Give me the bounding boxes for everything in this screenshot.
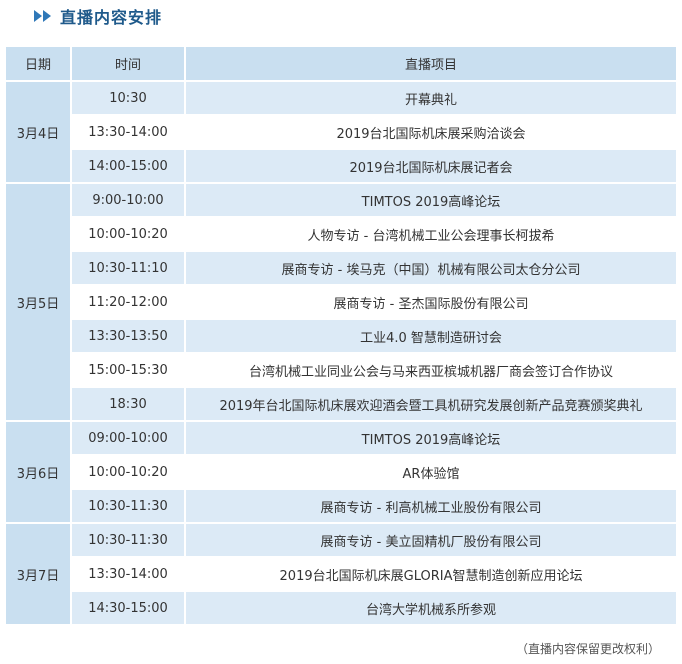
table-row: 3月4日 10:30 开幕典礼	[6, 82, 676, 182]
column-header-date: 日期	[6, 47, 70, 80]
event-cell: TIMTOS 2019高峰论坛	[186, 184, 676, 216]
event-cell: 开幕典礼	[186, 82, 676, 114]
table-row: 10:30-11:10 展商专访 - 埃马克（中国）机械有限公司太仓分公司	[6, 252, 676, 284]
table-row: 14:00-15:00 2019台北国际机床展记者会	[6, 150, 676, 182]
time-cell: 11:20-12:00	[72, 286, 184, 318]
event-cell: 工业4.0 智慧制造研讨会	[186, 320, 676, 352]
table-row: 3月5日 9:00-10:00 TIMTOS 2019高峰论坛	[6, 184, 676, 420]
time-cell: 13:30-14:00	[72, 116, 184, 148]
table-row: 14:30-15:00 台湾大学机械系所参观	[6, 592, 676, 624]
event-cell: TIMTOS 2019高峰论坛	[186, 422, 676, 454]
table-row: 3月7日 10:30-11:30 展商专访 - 美立固精机厂股份有限公司	[6, 524, 676, 624]
time-cell: 10:30-11:30	[72, 524, 184, 556]
time-cell: 10:00-10:20	[72, 218, 184, 250]
schedule-table: 日期 时间 直播项目 3月4日 10:30 开幕典礼 13:30-14:00 2019台…	[4, 45, 678, 626]
time-cell: 13:30-14:00	[72, 558, 184, 590]
time-cell: 13:30-13:50	[72, 320, 184, 352]
event-cell: 2019台北国际机床展记者会	[186, 150, 676, 182]
table-row: 11:20-12:00 展商专访 - 圣杰国际股份有限公司	[6, 286, 676, 318]
event-cell: 台湾机械工业同业公会与马来西亚槟城机器厂商会签订合作协议	[186, 354, 676, 386]
column-header-time: 时间	[72, 47, 184, 80]
event-cell: AR体验馆	[186, 456, 676, 488]
time-cell: 18:30	[72, 388, 184, 420]
table-row: 13:30-14:00 2019台北国际机床展采购洽谈会	[6, 116, 676, 148]
page-title: 直播内容安排	[60, 8, 163, 27]
time-cell: 10:30-11:10	[72, 252, 184, 284]
event-cell: 台湾大学机械系所参观	[186, 592, 676, 624]
event-cell: 人物专访 - 台湾机械工业公会理事长柯拔希	[186, 218, 676, 250]
event-cell: 展商专访 - 美立固精机厂股份有限公司	[186, 524, 676, 556]
event-cell: 展商专访 - 利高机械工业股份有限公司	[186, 490, 676, 522]
time-cell: 14:30-15:00	[72, 592, 184, 624]
time-cell: 10:30	[72, 82, 184, 114]
schedule-body: 3月4日 10:30 开幕典礼 13:30-14:00 2019台北国际机床展采购洽谈会…	[6, 82, 676, 624]
event-cell: 2019年台北国际机床展欢迎酒会暨工具机研究发展创新产品竞赛颁奖典礼	[186, 388, 676, 420]
table-row: 3月6日 09:00-10:00 TIMTOS 2019高峰论坛	[6, 422, 676, 522]
time-cell: 09:00-10:00	[72, 422, 184, 454]
column-header-event: 直播项目	[186, 47, 676, 80]
date-cell: 3月4日	[6, 82, 70, 182]
table-row: 10:00-10:20 人物专访 - 台湾机械工业公会理事长柯拔希	[6, 218, 676, 250]
table-row: 10:00-10:20 AR体验馆	[6, 456, 676, 488]
time-cell: 10:00-10:20	[72, 456, 184, 488]
double-arrow-icon	[34, 10, 51, 22]
event-cell: 展商专访 - 圣杰国际股份有限公司	[186, 286, 676, 318]
event-cell: 2019台北国际机床展GLORIA智慧制造创新应用论坛	[186, 558, 676, 590]
footnote: （直播内容保留更改权利）	[515, 642, 660, 656]
table-row: 15:00-15:30 台湾机械工业同业公会与马来西亚槟城机器厂商会签订合作协议	[6, 354, 676, 386]
table-row: 18:30 2019年台北国际机床展欢迎酒会暨工具机研究发展创新产品竞赛颁奖典礼	[6, 388, 676, 420]
time-cell: 14:00-15:00	[72, 150, 184, 182]
time-cell: 9:00-10:00	[72, 184, 184, 216]
table-row: 10:30-11:30 展商专访 - 利高机械工业股份有限公司	[6, 490, 676, 522]
time-cell: 10:30-11:30	[72, 490, 184, 522]
table-row: 13:30-13:50 工业4.0 智慧制造研讨会	[6, 320, 676, 352]
table-header-row: 日期 时间 直播项目	[6, 47, 676, 80]
date-cell: 3月7日	[6, 524, 70, 624]
event-cell: 2019台北国际机床展采购洽谈会	[186, 116, 676, 148]
event-cell: 展商专访 - 埃马克（中国）机械有限公司太仓分公司	[186, 252, 676, 284]
date-cell: 3月5日	[6, 184, 70, 420]
time-cell: 15:00-15:30	[72, 354, 184, 386]
section-header: 直播内容安排	[34, 0, 162, 32]
date-cell: 3月6日	[6, 422, 70, 522]
table-row: 13:30-14:00 2019台北国际机床展GLORIA智慧制造创新应用论坛	[6, 558, 676, 590]
